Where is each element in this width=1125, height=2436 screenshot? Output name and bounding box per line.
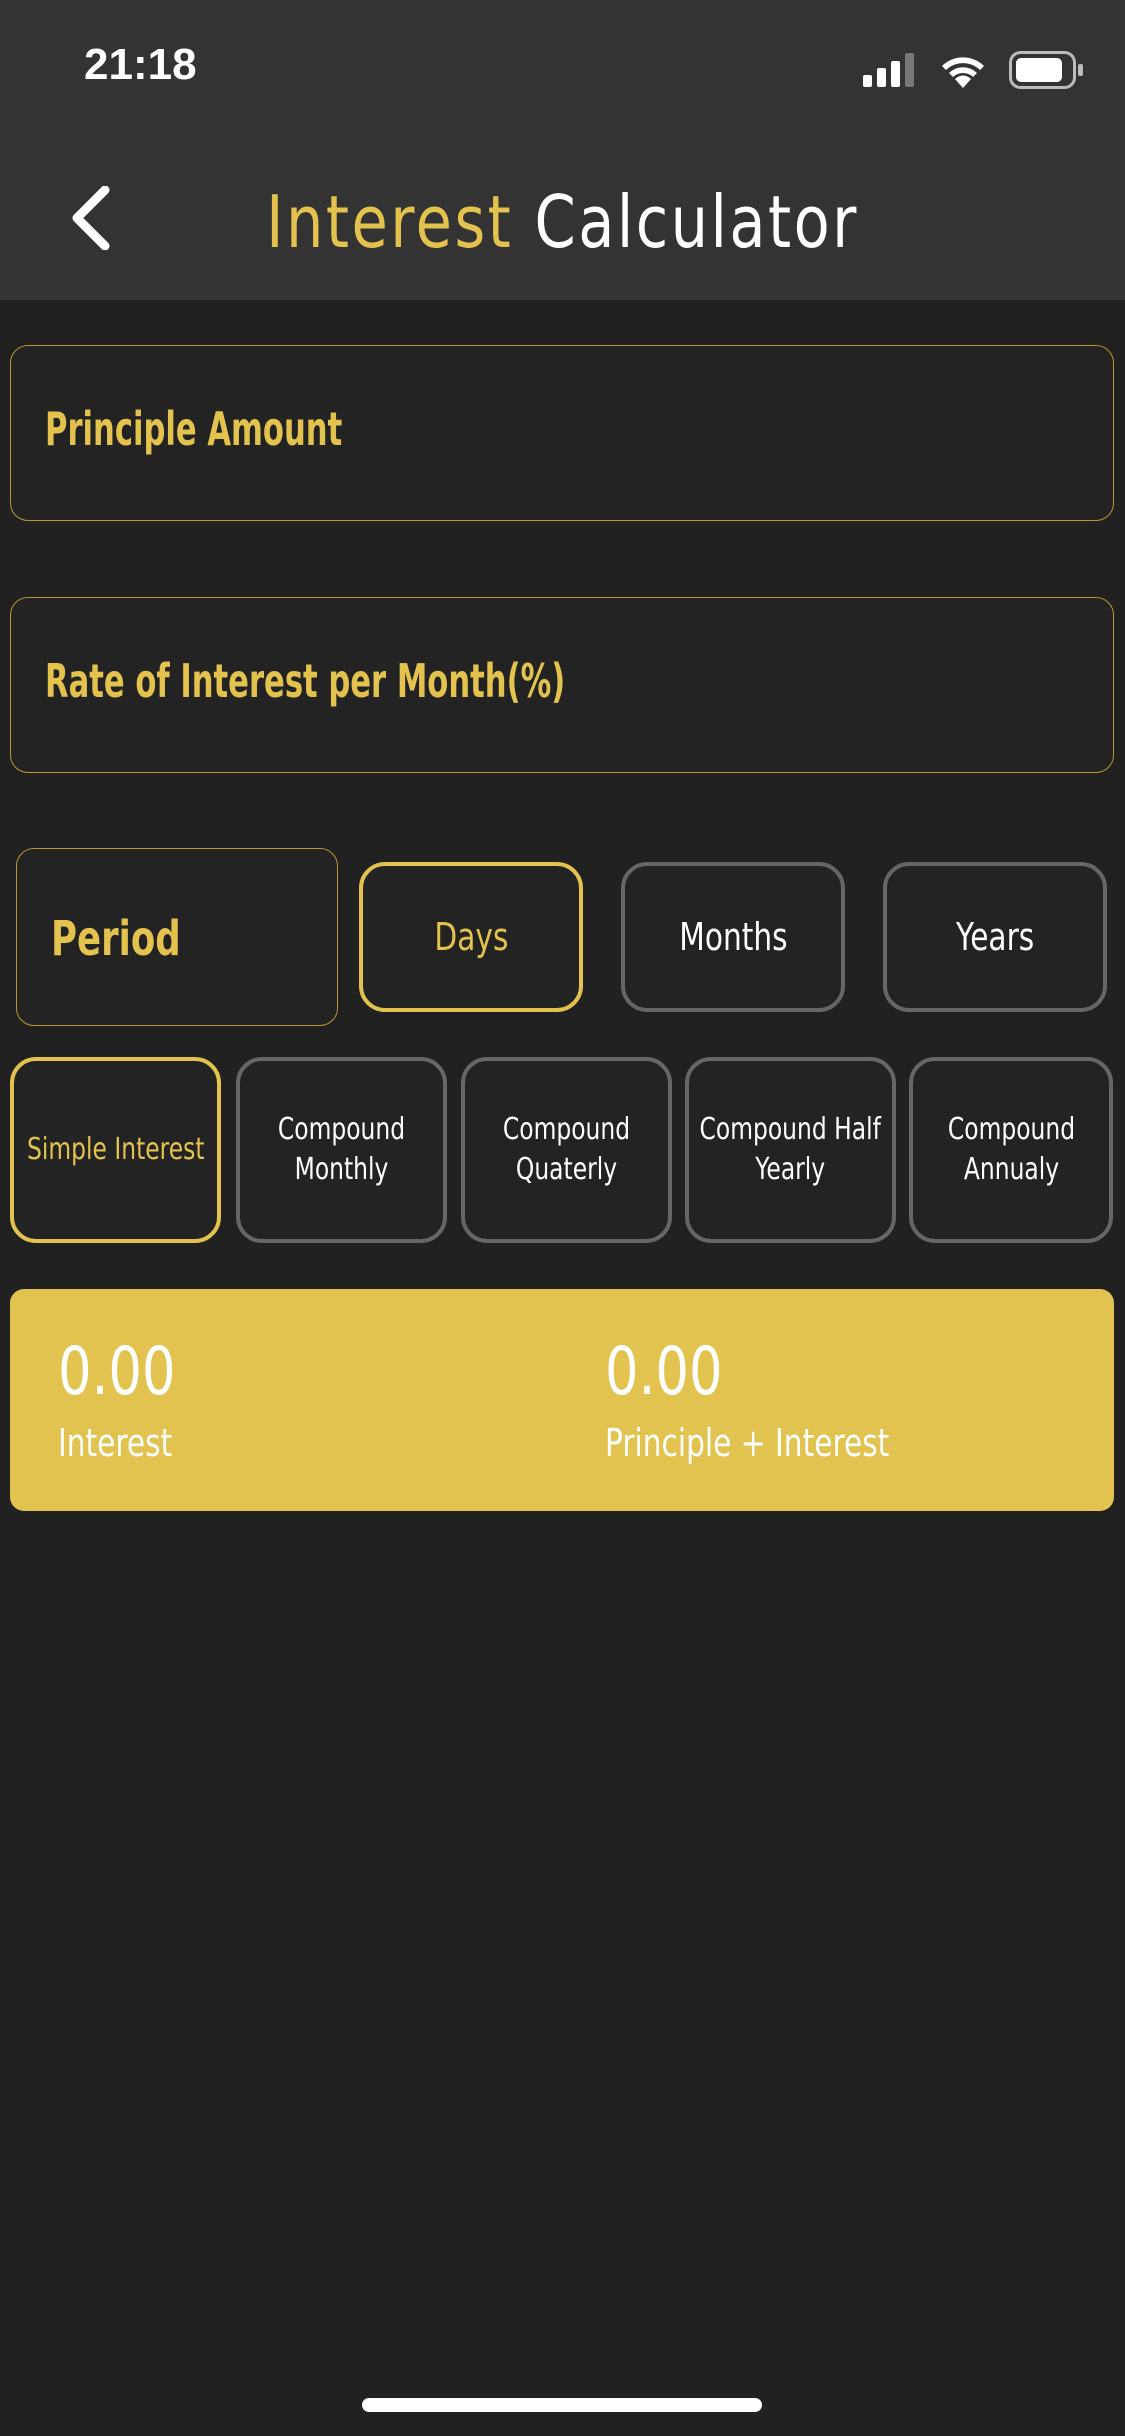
period-option-label: Years (955, 915, 1035, 959)
period-option-years[interactable]: Years (883, 862, 1107, 1012)
result-card: 0.00 Interest 0.00 Principle + Interest (10, 1289, 1114, 1511)
cellular-signal-icon (863, 53, 914, 87)
rate-of-interest-placeholder: Rate of Interest per Month(%) (45, 654, 566, 708)
interest-type-compound-annualy[interactable]: Compound Annualy (909, 1057, 1113, 1243)
status-icons (863, 48, 1085, 92)
period-label: Period (51, 911, 181, 967)
interest-value: 0.00 (58, 1333, 176, 1410)
navigation-bar: Interest Calculator (0, 130, 1125, 300)
rate-of-interest-field[interactable]: Rate of Interest per Month(%) (10, 597, 1114, 773)
period-option-months[interactable]: Months (621, 862, 845, 1012)
interest-type-label: Quaterly (515, 1152, 618, 1187)
period-option-label: Days (434, 915, 508, 959)
interest-type-label: Compound Half (699, 1112, 882, 1147)
home-indicator[interactable] (362, 2398, 762, 2412)
interest-type-simple[interactable]: Simple Interest (10, 1057, 221, 1243)
total-label: Principle + Interest (605, 1421, 890, 1465)
status-time: 21:18 (84, 40, 197, 89)
interest-type-compound-monthly[interactable]: Compound Monthly (236, 1057, 447, 1243)
page-title: Interest Calculator (101, 180, 1024, 264)
interest-type-label: Simple Interest (26, 1132, 205, 1167)
interest-type-label: Monthly (294, 1152, 389, 1187)
period-option-days[interactable]: Days (359, 862, 583, 1012)
wifi-icon (942, 57, 984, 88)
interest-type-label: Compound (947, 1112, 1075, 1147)
period-field[interactable]: Period (16, 848, 338, 1026)
total-value: 0.00 (605, 1333, 723, 1410)
interest-type-label: Compound (277, 1112, 406, 1147)
interest-type-label: Annualy (963, 1152, 1059, 1187)
principle-amount-placeholder: Principle Amount (45, 402, 343, 456)
title-accent-word: Interest (266, 180, 514, 264)
battery-icon (1009, 51, 1083, 89)
interest-label: Interest (58, 1421, 173, 1465)
interest-type-label: Compound (502, 1112, 631, 1147)
status-bar: 21:18 (0, 0, 1125, 130)
interest-type-compound-quaterly[interactable]: Compound Quaterly (461, 1057, 672, 1243)
interest-type-compound-half-yearly[interactable]: Compound Half Yearly (685, 1057, 896, 1243)
interest-type-label: Yearly (755, 1152, 826, 1187)
title-plain-word: Calculator (534, 180, 859, 264)
principle-amount-field[interactable]: Principle Amount (10, 345, 1114, 521)
period-option-label: Months (678, 915, 788, 959)
